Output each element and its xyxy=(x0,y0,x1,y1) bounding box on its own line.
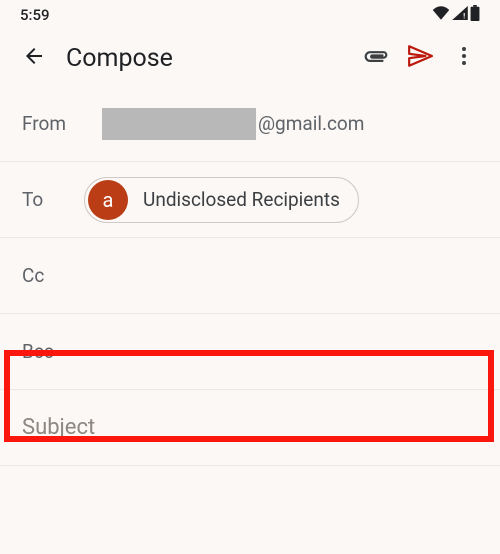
recipient-chip[interactable]: a Undisclosed Recipients xyxy=(84,177,359,223)
send-icon xyxy=(407,43,433,73)
page-title: Compose xyxy=(66,44,354,73)
status-icons: ! xyxy=(432,5,480,25)
more-vert-icon xyxy=(452,44,476,72)
cc-label: Cc xyxy=(22,264,84,287)
battery-icon xyxy=(470,5,480,25)
to-label: To xyxy=(22,188,84,211)
signal-icon: ! xyxy=(452,6,468,24)
from-row[interactable]: From @gmail.com xyxy=(0,86,500,162)
subject-row[interactable]: Subject xyxy=(0,390,500,466)
to-row[interactable]: To a Undisclosed Recipients xyxy=(0,162,500,238)
wifi-icon xyxy=(432,6,450,24)
cc-row[interactable]: Cc xyxy=(0,238,500,314)
status-time: 5:59 xyxy=(20,6,50,24)
chip-label: Undisclosed Recipients xyxy=(143,188,340,211)
back-button[interactable] xyxy=(14,38,54,78)
from-domain: @gmail.com xyxy=(258,112,364,135)
from-redacted xyxy=(102,108,256,140)
attach-button[interactable] xyxy=(354,36,398,80)
paperclip-icon xyxy=(363,43,389,73)
arrow-left-icon xyxy=(22,44,46,72)
subject-placeholder: Subject xyxy=(22,415,95,440)
svg-text:!: ! xyxy=(463,11,465,20)
chip-avatar: a xyxy=(88,180,128,220)
bcc-row[interactable]: Bcc xyxy=(0,314,500,390)
app-bar: Compose xyxy=(0,30,500,86)
more-button[interactable] xyxy=(442,36,486,80)
status-bar: 5:59 ! xyxy=(0,0,500,30)
bcc-label: Bcc xyxy=(22,340,84,363)
from-label: From xyxy=(22,112,84,135)
send-button[interactable] xyxy=(398,36,442,80)
